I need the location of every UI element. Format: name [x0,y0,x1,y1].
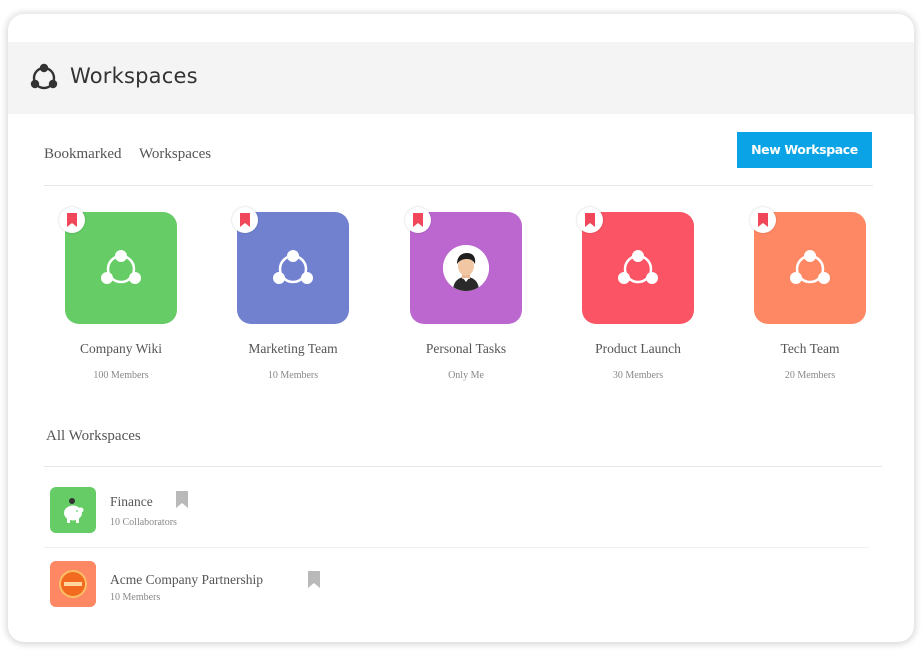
bookmark-badge[interactable] [405,207,431,233]
bookmark-badge[interactable] [232,207,258,233]
bookmark-badge[interactable] [750,207,776,233]
workspace-members: 10 Members [267,370,319,381]
acme-logo-icon [59,570,87,598]
workspace-tile[interactable] [65,212,177,324]
workspace-members: 20 Members [784,370,836,381]
user-avatar-icon [443,245,489,291]
workspace-collaborators: 10 Collaborators [110,517,177,528]
workspace-name: Marketing Team [248,341,338,356]
workspace-name: Tech Team [780,341,840,356]
workspace-name: Personal Tasks [425,341,507,356]
network-icon [101,250,141,284]
bookmark-outline-icon[interactable] [176,491,188,508]
bookmark-outline-icon[interactable] [308,571,320,588]
divider [44,547,869,548]
bookmark-icon [67,213,77,227]
network-icon [618,250,658,284]
workspace-name: Acme Company Partnership [110,572,263,587]
tab-bookmarked[interactable]: Bookmarked [44,146,121,162]
divider [44,185,873,186]
network-icon [273,250,313,284]
workspace-members: 100 Members [93,370,149,381]
network-icon [790,250,830,284]
bookmark-icon [585,213,595,227]
workspace-members: Only Me [448,370,484,381]
tab-workspaces[interactable]: Workspaces [139,146,211,162]
avatar [443,245,489,291]
workspace-members: 10 Members [110,592,161,603]
bookmark-icon [413,213,423,227]
bookmark-badge[interactable] [577,207,603,233]
page-title: Workspaces [70,64,198,88]
workspace-icon [50,487,96,533]
workspace-name: Product Launch [595,341,681,356]
workspace-members: 30 Members [612,370,664,381]
bookmark-icon [240,213,250,227]
divider [44,466,882,467]
workspace-name: Finance [110,494,153,509]
bookmark-badge[interactable] [59,207,85,233]
tab-bar: Bookmarked Workspaces [44,146,225,163]
workspace-name: Company Wiki [79,341,163,356]
piggy-bank-icon [64,498,84,523]
new-workspace-button[interactable]: New Workspace [737,132,872,168]
workspaces-logo-icon [30,63,58,90]
app-window: Workspaces Bookmarked Workspaces New Wor… [8,14,914,642]
all-workspaces-heading: All Workspaces [46,428,141,444]
bookmark-icon [758,213,768,227]
header: Workspaces [8,42,914,114]
workspace-icon [50,561,96,607]
